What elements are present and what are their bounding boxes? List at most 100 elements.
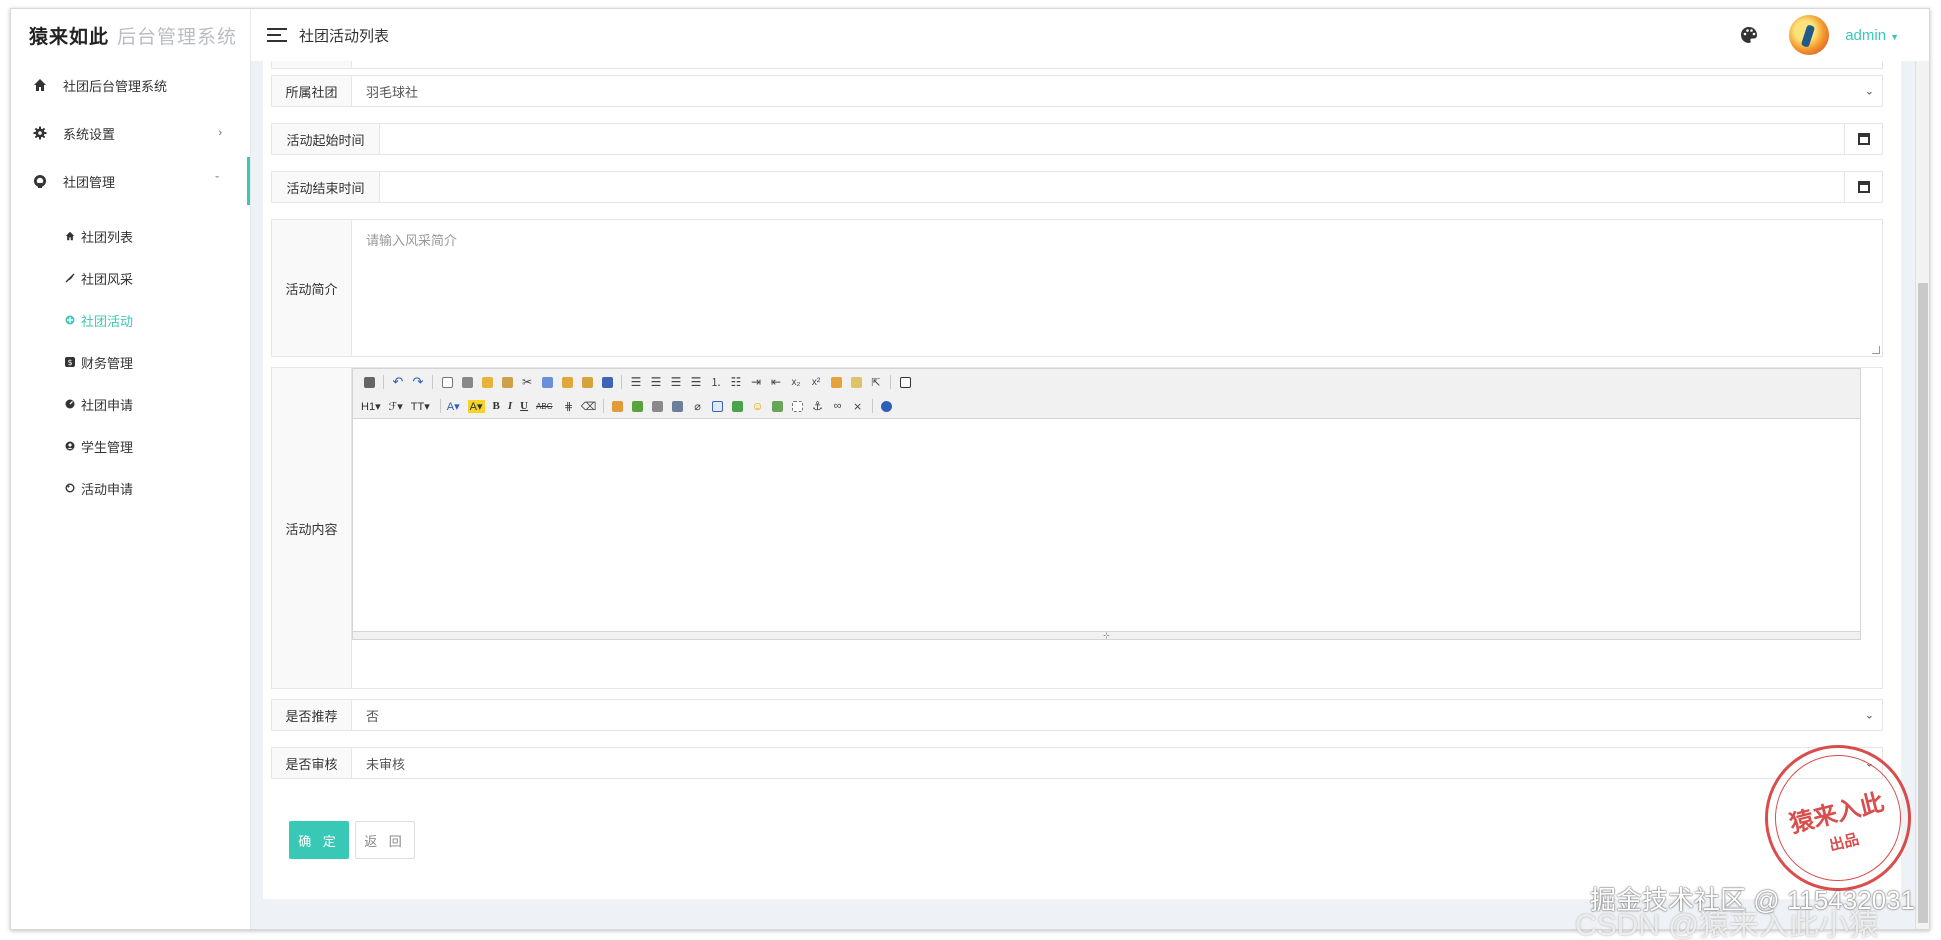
sidebar-item-dashboard[interactable]: 社团后台管理系统 [11, 61, 250, 109]
review-select[interactable]: 未审核 ⌄ [352, 748, 1882, 778]
bullet-list-icon[interactable]: ☷ [728, 375, 744, 389]
fullscreen-icon[interactable] [897, 375, 913, 389]
review-value: 未审核 [366, 756, 406, 772]
end-time-row: 活动结束时间 [271, 171, 1883, 203]
attachment-icon[interactable]: ⌀ [690, 399, 706, 413]
outdent-icon[interactable]: ⇤ [768, 375, 784, 389]
paste-word-icon[interactable] [599, 375, 615, 389]
superscript-icon[interactable]: x² [808, 375, 824, 389]
dashboard-icon [63, 399, 77, 409]
submenu-label: 财务管理 [81, 355, 134, 371]
align-left-icon[interactable]: ☰ [628, 375, 644, 389]
undo-icon[interactable]: ↶ [390, 374, 406, 389]
resize-handle-icon: ⊹ [1103, 631, 1110, 640]
ordered-list-icon[interactable]: ⒈ [708, 375, 724, 389]
back-button[interactable]: 返 回 [355, 821, 415, 859]
font-color-dropdown[interactable]: A▾ [447, 400, 460, 413]
scrollbar-thumb[interactable] [1918, 283, 1928, 923]
palette-icon[interactable] [1739, 25, 1759, 45]
unlink-icon[interactable]: ⨯ [850, 399, 866, 413]
sidebar-item-club-activities[interactable]: 社团活动 [11, 299, 250, 341]
sidebar-item-settings[interactable]: 系统设置 › [11, 109, 250, 157]
calendar-button[interactable] [1844, 172, 1882, 202]
strikethrough-button[interactable]: ABC [536, 402, 552, 411]
highlight-color-dropdown[interactable]: A▾ [467, 399, 485, 413]
line-height-icon[interactable]: ⋕ [561, 399, 577, 413]
cut-off-row [271, 61, 1883, 69]
rich-text-editor: ↶ ↷ ✂ ☰ ☰ ☰ ☰ ⒈ ☷ ⇥ ⇤ x₂ x² ⇱ H1▾ ℱ▾ TT▾… [352, 368, 1882, 688]
page-break-icon[interactable] [790, 399, 806, 413]
sidebar-item-club-application[interactable]: 社团申请 [11, 383, 250, 425]
help-icon[interactable] [879, 399, 895, 413]
insert-video-icon[interactable] [670, 399, 686, 413]
heading-dropdown[interactable]: H1▾ [361, 400, 381, 413]
sidebar-item-club-management[interactable]: 社团管理 ˇ [11, 157, 250, 205]
map-icon[interactable] [770, 399, 786, 413]
resize-grip-icon[interactable] [1872, 346, 1880, 354]
select-all-icon[interactable] [848, 375, 864, 389]
code-icon[interactable] [499, 375, 515, 389]
field-label: 活动内容 [272, 368, 352, 688]
editor-resize-bar[interactable]: ⊹ [352, 631, 1861, 640]
menu-toggle-icon[interactable] [267, 28, 287, 42]
sidebar-item-club-list[interactable]: 社团列表 [11, 215, 250, 257]
club-select[interactable]: 羽毛球社 ⌄ [352, 76, 1882, 106]
justify-icon[interactable]: ☰ [688, 375, 704, 389]
emoticon-icon[interactable]: ☺ [750, 399, 766, 413]
avatar[interactable] [1789, 15, 1830, 55]
underline-button[interactable]: U [520, 400, 528, 412]
redo-icon[interactable]: ↷ [410, 374, 426, 389]
clear-format-icon[interactable] [828, 375, 844, 389]
font-family-dropdown[interactable]: ℱ▾ [389, 400, 403, 413]
editor-body[interactable] [352, 419, 1861, 631]
field-label: 所属社团 [272, 76, 352, 106]
confirm-button[interactable]: 确 定 [289, 821, 349, 859]
sidebar-item-students[interactable]: 学生管理 [11, 425, 250, 467]
align-right-icon[interactable]: ☰ [668, 375, 684, 389]
font-size-dropdown[interactable]: TT▾ [411, 400, 430, 413]
insert-flash-icon[interactable] [630, 399, 646, 413]
copy-icon[interactable] [539, 375, 555, 389]
paste-icon[interactable] [559, 375, 575, 389]
insert-table-icon[interactable] [710, 399, 726, 413]
align-center-icon[interactable]: ☰ [648, 375, 664, 389]
top-bar: 社团活动列表 admin ▼ [251, 9, 1929, 61]
anchor-icon[interactable]: ⚓ [810, 399, 826, 413]
cut-icon[interactable]: ✂ [519, 375, 535, 389]
home-icon [63, 231, 77, 241]
eraser-icon[interactable]: ⌫ [581, 399, 597, 413]
intro-textarea[interactable]: 请输入风采简介 [352, 220, 1882, 356]
print-icon[interactable] [459, 375, 475, 389]
sidebar-item-finance[interactable]: $ 财务管理 [11, 341, 250, 383]
preview-icon[interactable] [439, 375, 455, 389]
submenu-label: 社团风采 [81, 271, 134, 287]
sidebar-item-activity-application[interactable]: 活动申请 [11, 467, 250, 509]
scrollbar[interactable] [1915, 61, 1929, 929]
page-title: 社团活动列表 [299, 27, 390, 45]
start-time-row: 活动起始时间 [271, 123, 1883, 155]
template-icon[interactable] [479, 375, 495, 389]
source-icon[interactable] [361, 375, 377, 389]
calendar-button[interactable] [1844, 124, 1882, 154]
bold-button[interactable]: B [493, 400, 500, 412]
intro-row: 活动简介 请输入风采简介 [271, 219, 1883, 357]
subscript-icon[interactable]: x₂ [788, 375, 804, 389]
indent-icon[interactable]: ⇥ [748, 375, 764, 389]
pointer-icon[interactable]: ⇱ [868, 375, 884, 389]
editor-toolbar: ↶ ↷ ✂ ☰ ☰ ☰ ☰ ⒈ ☷ ⇥ ⇤ x₂ x² ⇱ H1▾ ℱ▾ TT▾… [352, 368, 1861, 419]
recommend-select[interactable]: 否 ⌄ [352, 700, 1882, 730]
horizontal-rule-icon[interactable] [730, 399, 746, 413]
insert-image-icon[interactable] [610, 399, 626, 413]
sidebar-item-club-style[interactable]: 社团风采 [11, 257, 250, 299]
insert-media-icon[interactable] [650, 399, 666, 413]
italic-button[interactable]: I [508, 400, 512, 412]
field-label: 活动起始时间 [272, 124, 380, 154]
link-icon[interactable]: ∞ [830, 399, 846, 413]
submenu: 社团列表 社团风采 社团活动 $ 财务管理 社团申请 学生管理 活动申请 [11, 205, 250, 509]
start-time-input[interactable] [380, 124, 1844, 154]
paste-text-icon[interactable] [579, 375, 595, 389]
end-time-input[interactable] [380, 172, 1844, 202]
user-menu[interactable]: admin ▼ [1845, 27, 1899, 44]
refresh-icon [63, 483, 77, 493]
form-panel: 所属社团 羽毛球社 ⌄ 活动起始时间 活动结束时间 活动简介 请输入风采简介 活… [263, 61, 1901, 899]
